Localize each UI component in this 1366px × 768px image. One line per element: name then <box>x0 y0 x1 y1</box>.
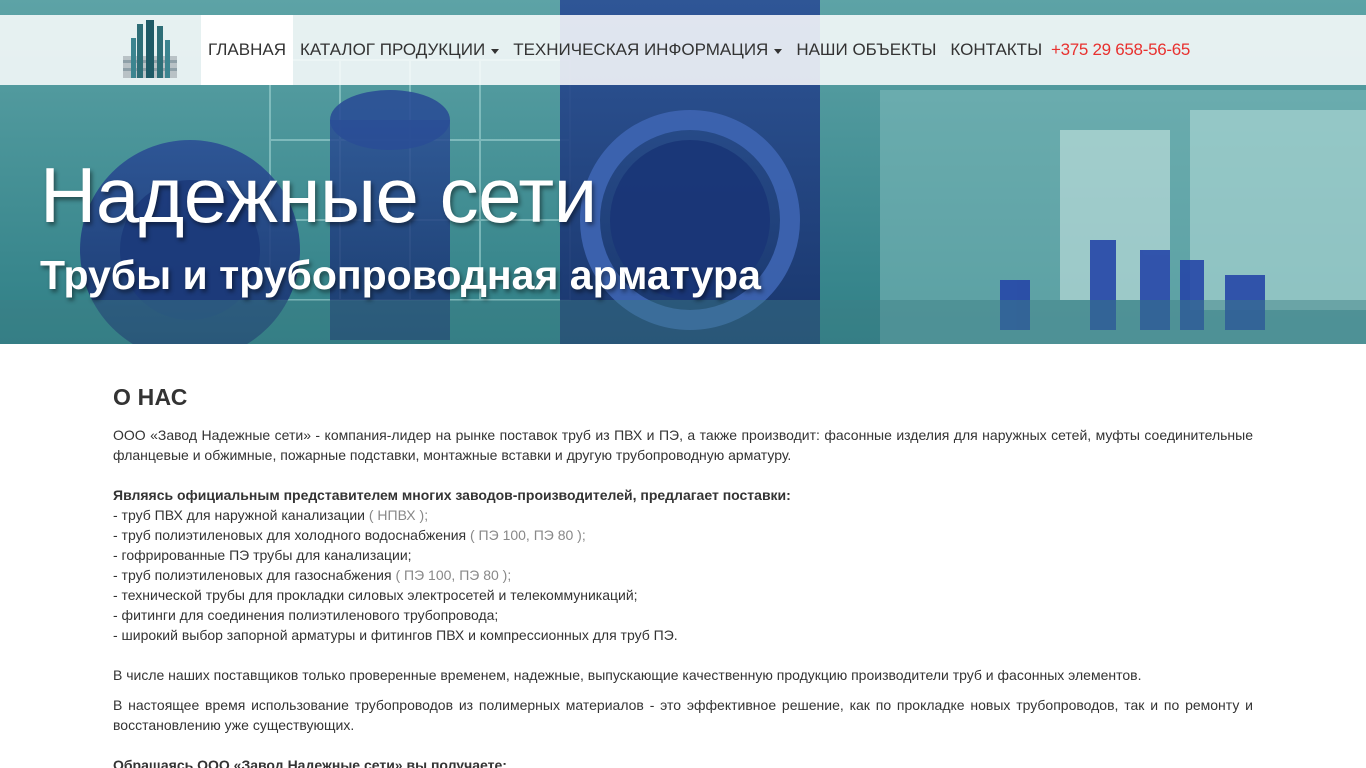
hero-subtitle: Трубы и трубопроводная арматура <box>40 252 761 298</box>
about-section: О НАС ООО «Завод Надежные сети» - компан… <box>113 384 1253 768</box>
list-item: - труб полиэтиленовых для газоснабжения … <box>113 567 512 583</box>
hero-title: Надежные сети <box>40 151 597 239</box>
nav-item-label: КОНТАКТЫ <box>950 40 1043 59</box>
nav-item-contacts[interactable]: КОНТАКТЫ <box>943 15 1049 85</box>
factory-logo-icon[interactable] <box>123 20 177 80</box>
list-item: - труб ПВХ для наружной канализации ( НП… <box>113 507 429 523</box>
nav-item-label: НАШИ ОБЪЕКТЫ <box>796 40 937 59</box>
nav-item-home[interactable]: ГЛАВНАЯ <box>201 15 293 85</box>
supply-list: - труб ПВХ для наружной канализации ( НП… <box>113 505 1253 645</box>
current-paragraph: В настоящее время использование трубопро… <box>113 697 1253 733</box>
section-title: О НАС <box>113 384 188 410</box>
nav-item-label: ТЕХНИЧЕСКАЯ ИНФОРМАЦИЯ <box>513 40 769 59</box>
nav-item-tech-info[interactable]: ТЕХНИЧЕСКАЯ ИНФОРМАЦИЯ <box>506 15 789 85</box>
list-item: - технической трубы для прокладки силовы… <box>113 587 638 603</box>
caret-down-icon <box>491 48 500 54</box>
phone-link[interactable]: +375 29 658-56-65 <box>1051 15 1190 85</box>
list-item: - гофрированные ПЭ трубы для канализации… <box>113 547 412 563</box>
nav-item-catalog[interactable]: КАТАЛОГ ПРОДУКЦИИ <box>293 15 506 85</box>
nav-item-objects[interactable]: НАШИ ОБЪЕКТЫ <box>789 15 943 85</box>
list-heading: Являясь официальным представителем многи… <box>113 487 791 503</box>
about-intro: ООО «Завод Надежные сети» - компания-лид… <box>113 427 1253 463</box>
list-item: - труб полиэтиленовых для холодного водо… <box>113 527 586 543</box>
list-item: - фитинги для соединения полиэтиленового… <box>113 607 499 623</box>
benefits-heading: Обращаясь ООО «Завод Надежные сети» вы п… <box>113 757 507 768</box>
suppliers-paragraph: В числе наших поставщиков только провере… <box>113 667 1142 683</box>
nav-item-label: КАТАЛОГ ПРОДУКЦИИ <box>299 40 486 59</box>
main-menu: ГЛАВНАЯ КАТАЛОГ ПРОДУКЦИИ ТЕХНИЧЕСКАЯ ИН… <box>201 15 1049 85</box>
list-item: - широкий выбор запорной арматуры и фити… <box>113 627 678 643</box>
caret-down-icon <box>774 48 783 54</box>
nav-item-label: ГЛАВНАЯ <box>208 40 286 59</box>
top-navbar: ГЛАВНАЯ КАТАЛОГ ПРОДУКЦИИ ТЕХНИЧЕСКАЯ ИН… <box>0 15 1366 85</box>
